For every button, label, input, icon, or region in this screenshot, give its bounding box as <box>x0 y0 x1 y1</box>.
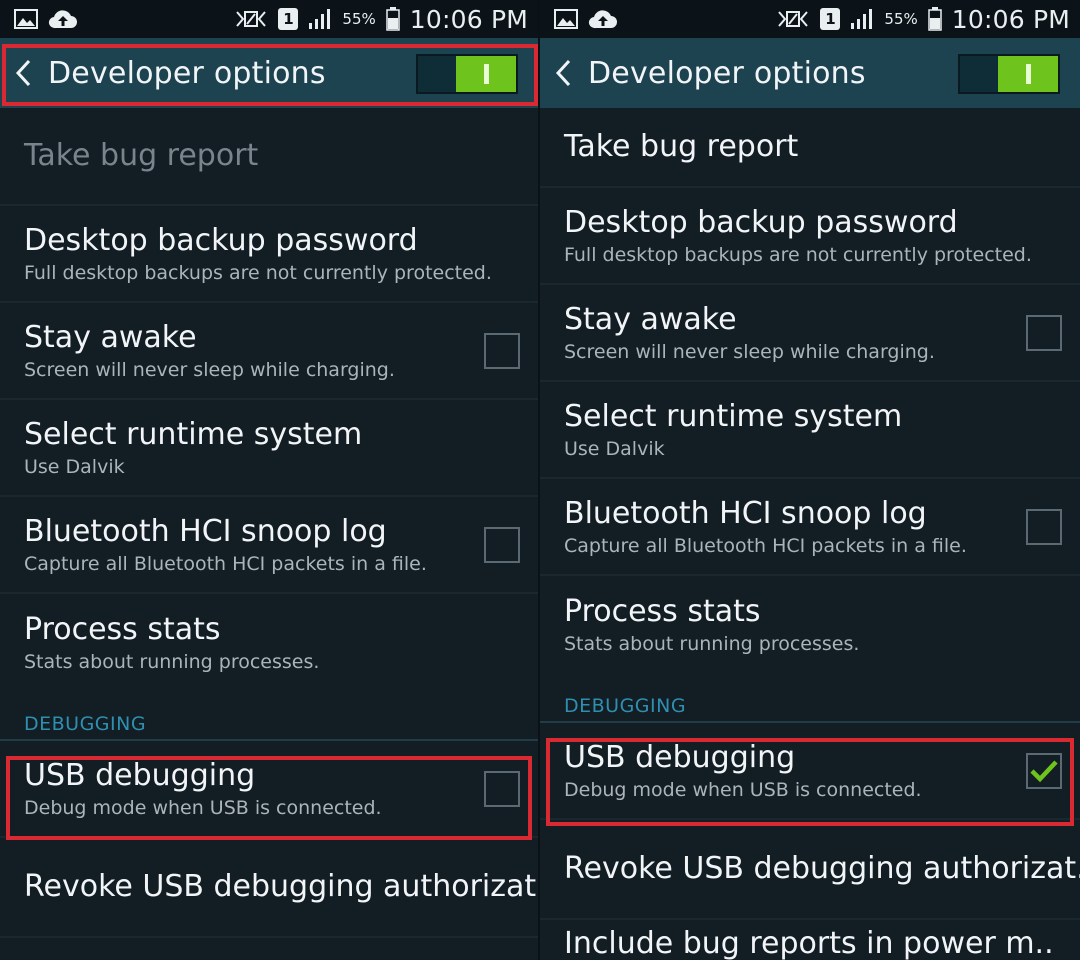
item-title: Take bug report <box>24 138 259 173</box>
nfc-icon <box>234 8 268 30</box>
list-item-stay-awake[interactable]: Stay awake Screen will never sleep while… <box>0 303 538 400</box>
clock: 10:06 PM <box>951 4 1070 34</box>
list-item-bluetooth-hci[interactable]: Bluetooth HCI snoop log Capture all Blue… <box>540 479 1080 576</box>
item-title: Process stats <box>564 593 761 629</box>
back-arrow-icon[interactable] <box>10 53 36 93</box>
item-title: Stay awake <box>564 301 737 337</box>
battery-icon <box>928 7 942 31</box>
list-item-desktop-backup-password[interactable]: Desktop backup password Full desktop bac… <box>0 206 538 303</box>
screenshot-right: 1 55% 10:06 PM Developer options Take bu… <box>540 0 1080 960</box>
battery-percent: 55% <box>884 10 918 28</box>
bluetooth-hci-checkbox[interactable] <box>484 526 520 563</box>
item-title: USB debugging <box>24 757 256 793</box>
cloud-upload-icon <box>588 8 618 30</box>
item-subtitle: Use Dalvik <box>564 437 665 460</box>
item-subtitle: Capture all Bluetooth HCI packets in a f… <box>564 534 967 557</box>
list-item-include-bug-reports[interactable]: Include bug reports in power m.. <box>540 920 1080 960</box>
item-subtitle: Debug mode when USB is connected. <box>24 796 382 819</box>
screenshot-left: 1 55% 10:06 PM Developer options Take bu… <box>0 0 540 960</box>
item-title: Stay awake <box>24 319 197 355</box>
item-subtitle: Full desktop backups are not currently p… <box>564 243 1032 266</box>
list-item-process-stats[interactable]: Process stats Stats about running proces… <box>0 594 538 691</box>
usb-debugging-checkbox[interactable] <box>1026 752 1062 789</box>
battery-icon <box>386 7 400 31</box>
back-arrow-icon[interactable] <box>550 53 576 93</box>
item-subtitle: Capture all Bluetooth HCI packets in a f… <box>24 552 427 575</box>
clock: 10:06 PM <box>409 4 528 34</box>
sim-icon: 1 <box>278 8 299 30</box>
item-title: Process stats <box>24 611 221 647</box>
usb-debugging-checkbox[interactable] <box>484 770 520 807</box>
developer-options-toggle[interactable] <box>958 54 1060 94</box>
nfc-icon <box>776 8 810 30</box>
list-item-revoke-usb[interactable]: Revoke USB debugging authorizat.. <box>0 838 538 938</box>
list-item-revoke-usb[interactable]: Revoke USB debugging authorizat.. <box>540 820 1080 920</box>
item-title: Revoke USB debugging authorizat.. <box>24 869 540 904</box>
item-subtitle: Debug mode when USB is connected. <box>564 778 922 801</box>
item-subtitle: Stats about running processes. <box>564 632 860 655</box>
signal-icon <box>308 8 332 30</box>
item-title: Select runtime system <box>24 416 363 452</box>
item-subtitle: Use Dalvik <box>24 455 125 478</box>
item-title: Revoke USB debugging authorizat.. <box>564 851 1080 886</box>
list-item-desktop-backup-password[interactable]: Desktop backup password Full desktop bac… <box>540 188 1080 285</box>
list-item-select-runtime[interactable]: Select runtime system Use Dalvik <box>540 382 1080 479</box>
stay-awake-checkbox[interactable] <box>484 332 520 369</box>
item-title: Bluetooth HCI snoop log <box>24 513 387 549</box>
list-item-usb-debugging[interactable]: USB debugging Debug mode when USB is con… <box>0 741 538 838</box>
item-subtitle: Stats about running processes. <box>24 650 320 673</box>
sim-icon: 1 <box>820 8 841 30</box>
item-subtitle: Full desktop backups are not currently p… <box>24 261 492 284</box>
checkmark-icon <box>1030 759 1058 782</box>
item-title: Desktop backup password <box>564 204 958 240</box>
action-bar: Developer options <box>0 38 538 108</box>
list-item-stay-awake[interactable]: Stay awake Screen will never sleep while… <box>540 285 1080 382</box>
item-title: Include bug reports in power m.. <box>564 926 1054 960</box>
cloud-upload-icon <box>48 8 78 30</box>
item-title: Desktop backup password <box>24 222 418 258</box>
settings-list: Take bug report Desktop backup password … <box>0 108 538 938</box>
image-icon <box>14 9 38 29</box>
signal-icon <box>850 8 874 30</box>
list-item-select-runtime[interactable]: Select runtime system Use Dalvik <box>0 400 538 497</box>
list-item-take-bug-report[interactable]: Take bug report <box>0 108 538 206</box>
page-title: Developer options <box>588 55 866 91</box>
item-title: Bluetooth HCI snoop log <box>564 495 927 531</box>
item-title: Take bug report <box>564 129 799 164</box>
bluetooth-hci-checkbox[interactable] <box>1026 508 1062 545</box>
status-bar: 1 55% 10:06 PM <box>540 0 1080 38</box>
status-bar: 1 55% 10:06 PM <box>0 0 538 38</box>
list-item-process-stats[interactable]: Process stats Stats about running proces… <box>540 576 1080 673</box>
section-header-debugging: DEBUGGING <box>0 691 538 741</box>
list-item-bluetooth-hci[interactable]: Bluetooth HCI snoop log Capture all Blue… <box>0 497 538 594</box>
list-item-usb-debugging[interactable]: USB debugging Debug mode when USB is con… <box>540 723 1080 820</box>
action-bar: Developer options <box>540 38 1080 108</box>
battery-percent: 55% <box>342 10 376 28</box>
item-subtitle: Screen will never sleep while charging. <box>564 340 935 363</box>
section-header-debugging: DEBUGGING <box>540 673 1080 723</box>
item-title: USB debugging <box>564 739 796 775</box>
stay-awake-checkbox[interactable] <box>1026 314 1062 351</box>
list-item-take-bug-report[interactable]: Take bug report <box>540 108 1080 188</box>
toggle-on-knob <box>998 56 1058 92</box>
image-icon <box>554 9 578 29</box>
item-subtitle: Screen will never sleep while charging. <box>24 358 395 381</box>
toggle-on-knob <box>456 56 516 92</box>
page-title: Developer options <box>48 55 326 91</box>
settings-list: Take bug report Desktop backup password … <box>540 108 1080 960</box>
developer-options-toggle[interactable] <box>416 54 518 94</box>
item-title: Select runtime system <box>564 398 903 434</box>
